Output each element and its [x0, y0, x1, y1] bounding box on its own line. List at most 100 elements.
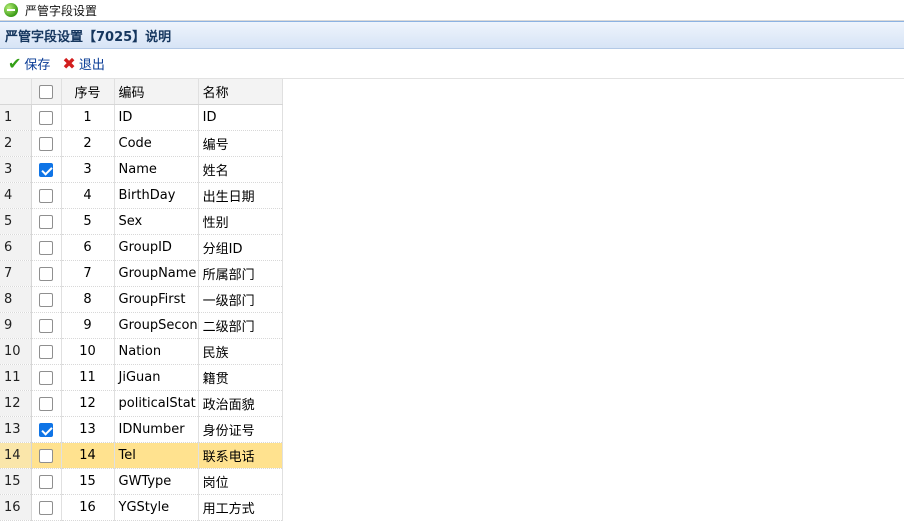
- table-row[interactable]: 5 5 Sex 性别: [0, 208, 283, 235]
- header-rownum: [0, 79, 32, 105]
- table-row[interactable]: 13 13 IDNumber 身份证号: [0, 416, 283, 443]
- row-checkbox[interactable]: [39, 448, 53, 463]
- cell-code: GroupFirst: [114, 286, 199, 313]
- table-row[interactable]: 14 14 Tel 联系电话: [0, 442, 283, 469]
- field-grid: 序号 编码 名称 1 1 ID ID 2 2 Code 编号 3 3 Name 姓名 4 4 BirthDa…: [0, 79, 904, 521]
- cell-seq: 7: [61, 260, 115, 287]
- cell-name: 岗位: [198, 468, 283, 495]
- table-row[interactable]: 1 1 ID ID: [0, 104, 283, 131]
- header-name[interactable]: 名称: [198, 79, 283, 105]
- row-checkbox[interactable]: [39, 162, 53, 177]
- row-number: 4: [0, 182, 32, 209]
- table-row[interactable]: 10 10 Nation 民族: [0, 338, 283, 365]
- row-checkbox-cell[interactable]: [31, 208, 62, 235]
- row-checkbox-cell[interactable]: [31, 104, 62, 131]
- cell-name: ID: [198, 104, 283, 131]
- row-number: 11: [0, 364, 32, 391]
- row-checkbox-cell[interactable]: [31, 338, 62, 365]
- row-checkbox-cell[interactable]: [31, 468, 62, 495]
- cell-name: 身份证号: [198, 416, 283, 443]
- row-checkbox-cell[interactable]: [31, 312, 62, 339]
- cell-code: Sex: [114, 208, 199, 235]
- row-checkbox-cell[interactable]: [31, 364, 62, 391]
- row-checkbox-cell[interactable]: [31, 494, 62, 521]
- panel-header: 严管字段设置【7025】说明: [0, 22, 904, 49]
- row-checkbox[interactable]: [39, 396, 53, 411]
- cell-seq: 2: [61, 130, 115, 157]
- row-checkbox-cell[interactable]: [31, 442, 62, 469]
- row-checkbox[interactable]: [39, 240, 53, 255]
- table-row[interactable]: 7 7 GroupName 所属部门: [0, 260, 283, 287]
- table-row[interactable]: 15 15 GWType 岗位: [0, 468, 283, 495]
- row-number: 15: [0, 468, 32, 495]
- row-number: 9: [0, 312, 32, 339]
- cell-seq: 16: [61, 494, 115, 521]
- row-number: 8: [0, 286, 32, 313]
- table-row[interactable]: 11 11 JiGuan 籍贯: [0, 364, 283, 391]
- row-checkbox[interactable]: [39, 266, 53, 281]
- table-row[interactable]: 16 16 YGStyle 用工方式: [0, 494, 283, 521]
- row-checkbox-cell[interactable]: [31, 234, 62, 261]
- cell-name: 性别: [198, 208, 283, 235]
- cell-code: Name: [114, 156, 199, 183]
- table-row[interactable]: 2 2 Code 编号: [0, 130, 283, 157]
- cell-code: Tel: [114, 442, 199, 469]
- row-number: 13: [0, 416, 32, 443]
- cell-code: GroupID: [114, 234, 199, 261]
- row-checkbox[interactable]: [39, 318, 53, 333]
- window-titlebar: 严管字段设置: [0, 0, 904, 21]
- row-number: 14: [0, 442, 32, 469]
- save-button[interactable]: ✔ 保存: [8, 54, 50, 73]
- header-select-all[interactable]: [31, 79, 62, 105]
- header-seq[interactable]: 序号: [61, 79, 115, 105]
- row-checkbox-cell[interactable]: [31, 390, 62, 417]
- header-code[interactable]: 编码: [114, 79, 199, 105]
- row-number: 7: [0, 260, 32, 287]
- select-all-checkbox[interactable]: [39, 84, 53, 99]
- cell-code: IDNumber: [114, 416, 199, 443]
- row-checkbox[interactable]: [39, 292, 53, 307]
- row-checkbox[interactable]: [39, 188, 53, 203]
- table-row[interactable]: 4 4 BirthDay 出生日期: [0, 182, 283, 209]
- cell-code: Code: [114, 130, 199, 157]
- cell-seq: 15: [61, 468, 115, 495]
- cell-name: 用工方式: [198, 494, 283, 521]
- cell-name: 二级部门: [198, 312, 283, 339]
- cell-seq: 11: [61, 364, 115, 391]
- row-checkbox[interactable]: [39, 110, 53, 125]
- table-row[interactable]: 9 9 GroupSecon 二级部门: [0, 312, 283, 339]
- row-checkbox[interactable]: [39, 500, 53, 515]
- row-checkbox-cell[interactable]: [31, 182, 62, 209]
- table-row[interactable]: 3 3 Name 姓名: [0, 156, 283, 183]
- row-checkbox[interactable]: [39, 344, 53, 359]
- exit-button[interactable]: ✖ 退出: [62, 54, 104, 73]
- row-checkbox[interactable]: [39, 370, 53, 385]
- cell-name: 一级部门: [198, 286, 283, 313]
- cell-name: 姓名: [198, 156, 283, 183]
- row-checkbox-cell[interactable]: [31, 260, 62, 287]
- row-checkbox-cell[interactable]: [31, 130, 62, 157]
- cell-code: JiGuan: [114, 364, 199, 391]
- row-checkbox-cell[interactable]: [31, 416, 62, 443]
- cell-seq: 12: [61, 390, 115, 417]
- table-row[interactable]: 8 8 GroupFirst 一级部门: [0, 286, 283, 313]
- row-number: 12: [0, 390, 32, 417]
- cell-name: 所属部门: [198, 260, 283, 287]
- row-number: 10: [0, 338, 32, 365]
- cell-name: 民族: [198, 338, 283, 365]
- row-checkbox[interactable]: [39, 474, 53, 489]
- row-checkbox[interactable]: [39, 214, 53, 229]
- row-checkbox[interactable]: [39, 136, 53, 151]
- table-body: 1 1 ID ID 2 2 Code 编号 3 3 Name 姓名 4 4 BirthDay 出生日期 5 5 Se…: [0, 104, 283, 521]
- row-checkbox-cell[interactable]: [31, 286, 62, 313]
- table-row[interactable]: 6 6 GroupID 分组ID: [0, 234, 283, 261]
- row-number: 2: [0, 130, 32, 157]
- cell-seq: 5: [61, 208, 115, 235]
- cell-seq: 13: [61, 416, 115, 443]
- table-row[interactable]: 12 12 politicalStat 政治面貌: [0, 390, 283, 417]
- row-checkbox-cell[interactable]: [31, 156, 62, 183]
- row-checkbox[interactable]: [39, 422, 53, 437]
- cell-name: 政治面貌: [198, 390, 283, 417]
- window-title: 严管字段设置: [25, 3, 98, 18]
- cell-name: 出生日期: [198, 182, 283, 209]
